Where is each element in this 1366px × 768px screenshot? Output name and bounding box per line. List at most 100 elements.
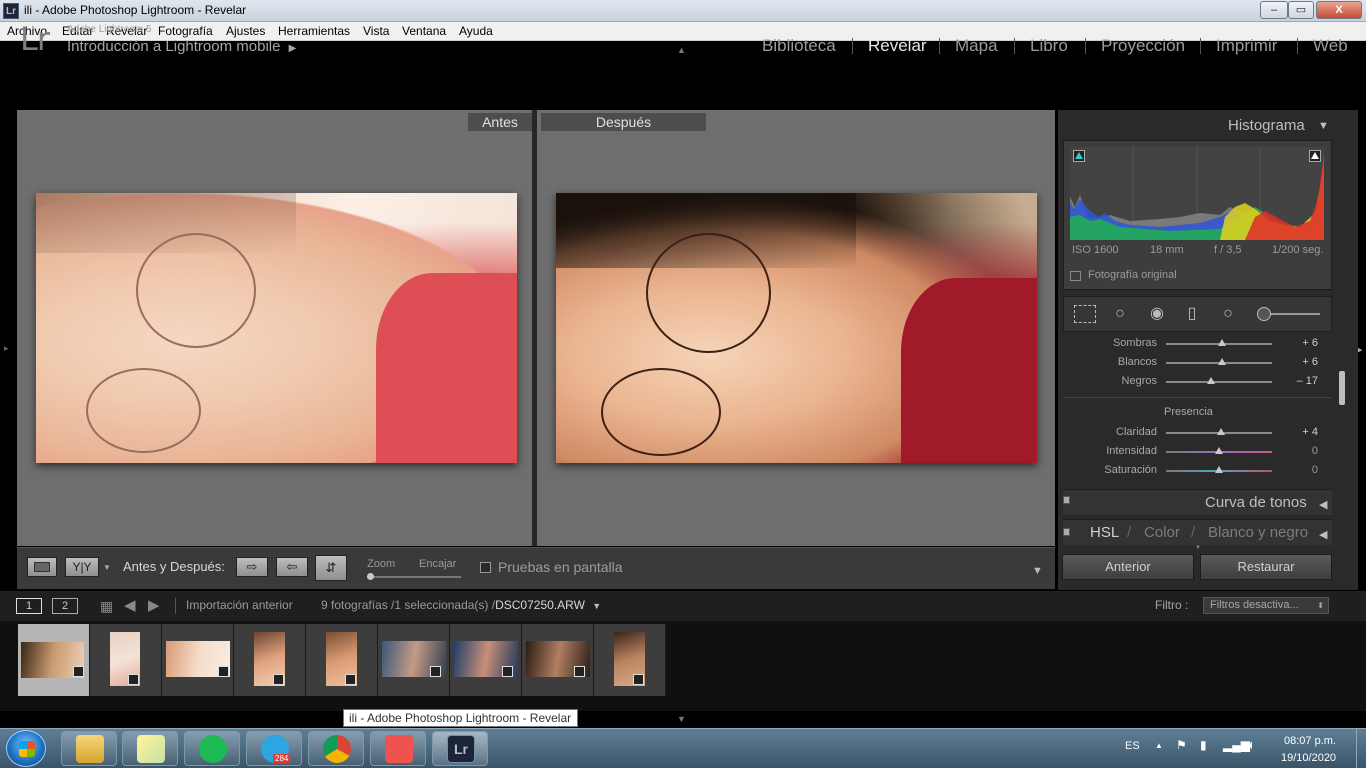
tab-black-white[interactable]: Blanco y negro bbox=[1208, 524, 1308, 541]
forward-arrow-icon[interactable]: ▶ bbox=[148, 596, 160, 614]
slider-knob-sombras[interactable] bbox=[1218, 339, 1227, 346]
menu-fotografia[interactable]: Fotografía bbox=[158, 24, 213, 38]
crop-overlay-tool-icon[interactable] bbox=[1074, 305, 1096, 323]
module-imprimir[interactable]: Imprimir bbox=[1216, 36, 1277, 56]
shadow-clipping-icon[interactable] bbox=[1073, 150, 1085, 162]
taskbar-sticky-notes[interactable] bbox=[122, 731, 178, 766]
volume-icon[interactable]: 🔈︎ bbox=[1248, 737, 1256, 753]
slider-value-saturacion[interactable]: 0 bbox=[1290, 464, 1318, 476]
graduated-filter-tool-icon[interactable]: ▯ bbox=[1182, 304, 1202, 324]
slider-value-sombras[interactable]: + 6 bbox=[1290, 337, 1318, 349]
slider-value-negros[interactable]: – 17 bbox=[1290, 375, 1318, 387]
top-panel-toggle-icon[interactable]: ▲ bbox=[677, 45, 686, 55]
maximize-button[interactable]: ▭ bbox=[1288, 1, 1314, 19]
menu-herramientas[interactable]: Herramientas bbox=[278, 24, 350, 38]
network-signal-icon[interactable]: ▂▄▆ bbox=[1223, 738, 1250, 752]
expand-triangle-icon[interactable]: ◀ bbox=[1319, 498, 1327, 511]
slider-knob-negros[interactable] bbox=[1206, 377, 1215, 384]
panel-toggle-switch[interactable] bbox=[1063, 496, 1070, 504]
start-button[interactable] bbox=[6, 730, 46, 767]
soft-proofing-checkbox[interactable] bbox=[480, 562, 491, 573]
slider-value-blancos[interactable]: + 6 bbox=[1290, 356, 1318, 368]
close-button[interactable]: X bbox=[1316, 1, 1362, 19]
menu-vista[interactable]: Vista bbox=[363, 24, 389, 38]
taskbar-clock-app[interactable] bbox=[370, 731, 426, 766]
copy-after-to-before-button[interactable]: ⇦ bbox=[276, 557, 308, 577]
filmstrip-thumbnail[interactable] bbox=[450, 624, 522, 696]
histogram-graph[interactable] bbox=[1070, 147, 1324, 240]
histogram-title[interactable]: Histograma bbox=[1228, 117, 1305, 134]
radial-filter-tool-icon[interactable]: ○ bbox=[1218, 304, 1238, 324]
module-revelar[interactable]: Revelar bbox=[868, 36, 927, 56]
loupe-view-button[interactable] bbox=[27, 557, 57, 577]
chevron-down-icon[interactable]: ▼ bbox=[592, 601, 601, 611]
filmstrip-thumbnail[interactable] bbox=[522, 624, 594, 696]
filmstrip-thumbnail[interactable] bbox=[90, 624, 162, 696]
filmstrip-source[interactable]: Importación anterior bbox=[186, 598, 293, 612]
panel-scrollbar-thumb[interactable] bbox=[1339, 371, 1345, 405]
filter-select[interactable]: Filtros desactiva... ⬍ bbox=[1203, 597, 1329, 614]
panel-toggle-switch[interactable] bbox=[1063, 528, 1070, 536]
clock-date[interactable]: 19/10/2020 bbox=[1281, 752, 1336, 764]
adjustment-brush-tool-icon[interactable] bbox=[1257, 307, 1271, 321]
left-panel-toggle-icon[interactable]: ▸ bbox=[4, 343, 9, 354]
filmstrip-thumbnail[interactable] bbox=[234, 624, 306, 696]
menu-ayuda[interactable]: Ayuda bbox=[459, 24, 493, 38]
after-photo[interactable] bbox=[556, 193, 1037, 463]
power-icon[interactable]: ▮ bbox=[1200, 738, 1207, 752]
language-indicator[interactable]: ES bbox=[1125, 740, 1140, 752]
slider-track-negros[interactable] bbox=[1166, 381, 1272, 383]
previous-button[interactable]: Anterior bbox=[1062, 554, 1194, 580]
show-hidden-icons-icon[interactable]: ▲ bbox=[1155, 741, 1163, 750]
secondary-window-button[interactable]: 2 bbox=[52, 598, 78, 614]
original-photo-checkbox[interactable] bbox=[1070, 271, 1081, 281]
swap-before-after-button[interactable]: ⇵ bbox=[315, 555, 347, 581]
before-photo[interactable] bbox=[36, 193, 517, 463]
slider-knob-saturacion[interactable] bbox=[1215, 466, 1223, 473]
tab-hsl[interactable]: HSL bbox=[1090, 524, 1119, 541]
collapse-triangle-icon[interactable]: ▼ bbox=[1318, 120, 1329, 132]
module-web[interactable]: Web bbox=[1313, 36, 1348, 56]
chevron-down-icon[interactable]: ▼ bbox=[103, 563, 111, 572]
highlight-clipping-icon[interactable] bbox=[1309, 150, 1321, 162]
module-proyeccion[interactable]: Proyección bbox=[1101, 36, 1185, 56]
filmstrip-thumbnail[interactable] bbox=[306, 624, 378, 696]
show-desktop-button[interactable] bbox=[1356, 729, 1366, 768]
taskbar-chrome[interactable] bbox=[308, 731, 364, 766]
menu-ventana[interactable]: Ventana bbox=[402, 24, 446, 38]
clock-time[interactable]: 08:07 p.m. bbox=[1284, 735, 1336, 747]
filmstrip-thumbnail[interactable] bbox=[162, 624, 234, 696]
taskbar-explorer[interactable] bbox=[61, 731, 117, 766]
module-biblioteca[interactable]: Biblioteca bbox=[762, 36, 836, 56]
spot-removal-tool-icon[interactable]: ○ bbox=[1110, 304, 1130, 324]
taskbar-telegram[interactable]: 284 bbox=[246, 731, 302, 766]
zoom-slider[interactable] bbox=[367, 576, 461, 578]
bottom-panel-toggle-icon[interactable]: ▼ bbox=[677, 714, 686, 724]
primary-window-button[interactable]: 1 bbox=[16, 598, 42, 614]
filmstrip-thumbnail[interactable] bbox=[594, 624, 666, 696]
slider-knob-blancos[interactable] bbox=[1218, 358, 1227, 365]
module-mapa[interactable]: Mapa bbox=[955, 36, 998, 56]
slider-knob-claridad[interactable] bbox=[1217, 428, 1226, 435]
tone-curve-title[interactable]: Curva de tonos bbox=[1205, 494, 1307, 511]
filmstrip-thumbnail[interactable] bbox=[18, 624, 90, 696]
play-arrow-icon[interactable]: ▶ bbox=[289, 43, 297, 54]
copy-before-to-after-button[interactable]: ⇨ bbox=[236, 557, 268, 577]
window-titlebar[interactable]: Lr ili - Adobe Photoshop Lightroom - Rev… bbox=[0, 0, 1366, 22]
slider-value-intensidad[interactable]: 0 bbox=[1290, 445, 1318, 457]
expand-triangle-icon[interactable]: ◀ bbox=[1319, 528, 1327, 541]
taskbar-lightroom[interactable]: Lr bbox=[432, 731, 488, 766]
before-after-yy-button[interactable]: Y|Y bbox=[65, 557, 99, 577]
red-eye-tool-icon[interactable]: ◉ bbox=[1147, 304, 1167, 324]
back-arrow-icon[interactable]: ◀ bbox=[124, 596, 136, 614]
tab-color[interactable]: Color bbox=[1144, 524, 1180, 541]
menu-ajustes[interactable]: Ajustes bbox=[226, 24, 265, 38]
filmstrip-count[interactable]: 9 fotografías /1 seleccionada(s) /DSC072… bbox=[321, 598, 601, 612]
slider-value-claridad[interactable]: + 4 bbox=[1290, 426, 1318, 438]
toolbar-options-icon[interactable]: ▼ bbox=[1032, 565, 1043, 577]
reset-button[interactable]: Restaurar bbox=[1200, 554, 1332, 580]
zoom-slider-knob[interactable] bbox=[367, 573, 374, 580]
minimize-button[interactable]: – bbox=[1260, 1, 1288, 19]
identity-plate[interactable]: Introducción a Lightroom mobile ▶ bbox=[67, 38, 296, 55]
action-center-flag-icon[interactable]: ⚑ bbox=[1176, 738, 1187, 752]
